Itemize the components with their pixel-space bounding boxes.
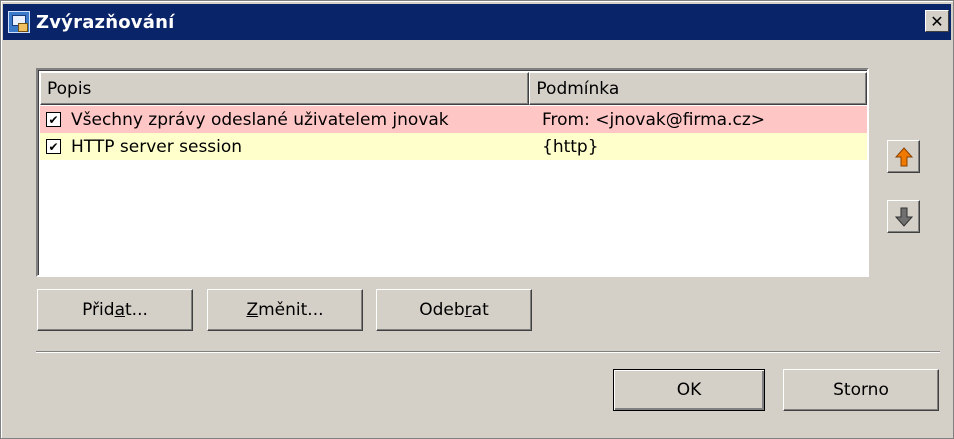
move-down-button[interactable] <box>887 200 920 233</box>
rule-enabled-checkbox[interactable]: ✔ <box>46 112 61 127</box>
ok-button[interactable]: OK <box>613 369 765 411</box>
column-header-condition[interactable]: Podmínka <box>529 72 867 105</box>
edit-button[interactable]: Změnit... <box>207 289 363 331</box>
checkmark-icon: ✔ <box>48 112 59 127</box>
checkmark-icon: ✔ <box>48 139 59 154</box>
title-bar[interactable]: Zvýrazňování ✕ <box>3 4 951 40</box>
rule-description: HTTP server session <box>71 136 243 157</box>
remove-button[interactable]: Odeb r at <box>376 289 532 331</box>
add-label-part: t... <box>125 300 148 320</box>
cancel-label: Storno <box>833 380 889 400</box>
remove-label-part: Odeb <box>419 300 465 320</box>
list-item[interactable]: ✔ HTTP server session {http} <box>40 133 867 160</box>
move-up-button[interactable] <box>887 140 920 173</box>
separator <box>36 351 940 353</box>
cancel-button[interactable]: Storno <box>783 369 939 411</box>
close-button[interactable]: ✕ <box>925 10 949 32</box>
remove-label-part: at <box>471 300 489 320</box>
edit-label-part: měnit... <box>258 300 324 320</box>
highlighting-dialog: Zvýrazňování ✕ Popis Podmínka ✔ Všechny … <box>0 0 954 439</box>
rule-condition: From: <jnovak@firma.cz> <box>542 109 766 130</box>
edit-accesskey: Z <box>246 300 259 320</box>
arrow-down-icon <box>894 207 913 227</box>
add-accesskey: a <box>114 300 125 320</box>
arrow-up-icon <box>894 146 913 166</box>
app-icon <box>8 11 30 33</box>
add-label-part: Přid <box>82 300 115 320</box>
ok-label: OK <box>676 380 702 400</box>
close-icon: ✕ <box>930 11 944 31</box>
list-header: Popis Podmínka <box>40 72 867 105</box>
add-button[interactable]: Přid a t... <box>37 289 193 331</box>
remove-accesskey: r <box>464 300 472 320</box>
rule-description: Všechny zprávy odeslané uživatelem jnova… <box>71 109 449 130</box>
rule-enabled-checkbox[interactable]: ✔ <box>46 139 61 154</box>
window-title: Zvýrazňování <box>36 11 175 33</box>
rule-condition: {http} <box>542 136 599 157</box>
highlight-rules-list[interactable]: Popis Podmínka ✔ Všechny zprávy odeslané… <box>36 68 869 277</box>
column-header-description[interactable]: Popis <box>40 72 530 105</box>
list-item[interactable]: ✔ Všechny zprávy odeslané uživatelem jno… <box>40 106 867 133</box>
